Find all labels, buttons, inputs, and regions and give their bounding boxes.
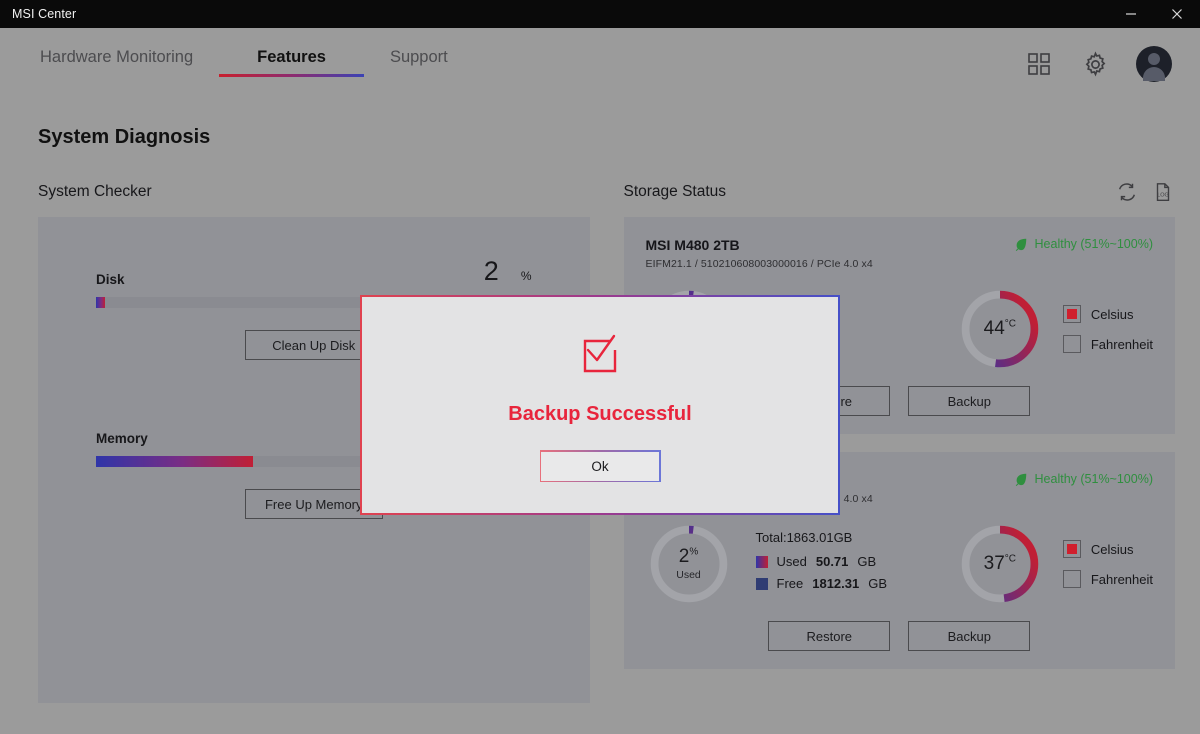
ok-button-frame: Ok xyxy=(540,450,661,482)
backup-successful-dialog: Backup Successful Ok xyxy=(360,295,840,515)
msi-center-window: MSI Center Hardware Monitoring Features … xyxy=(0,0,1200,734)
ok-button[interactable]: Ok xyxy=(541,452,659,481)
checkbox-check-icon xyxy=(572,328,628,389)
dialog-content: Backup Successful Ok xyxy=(362,297,838,513)
modal-overlay: Backup Successful Ok xyxy=(0,0,1200,734)
dialog-title: Backup Successful xyxy=(508,403,691,426)
